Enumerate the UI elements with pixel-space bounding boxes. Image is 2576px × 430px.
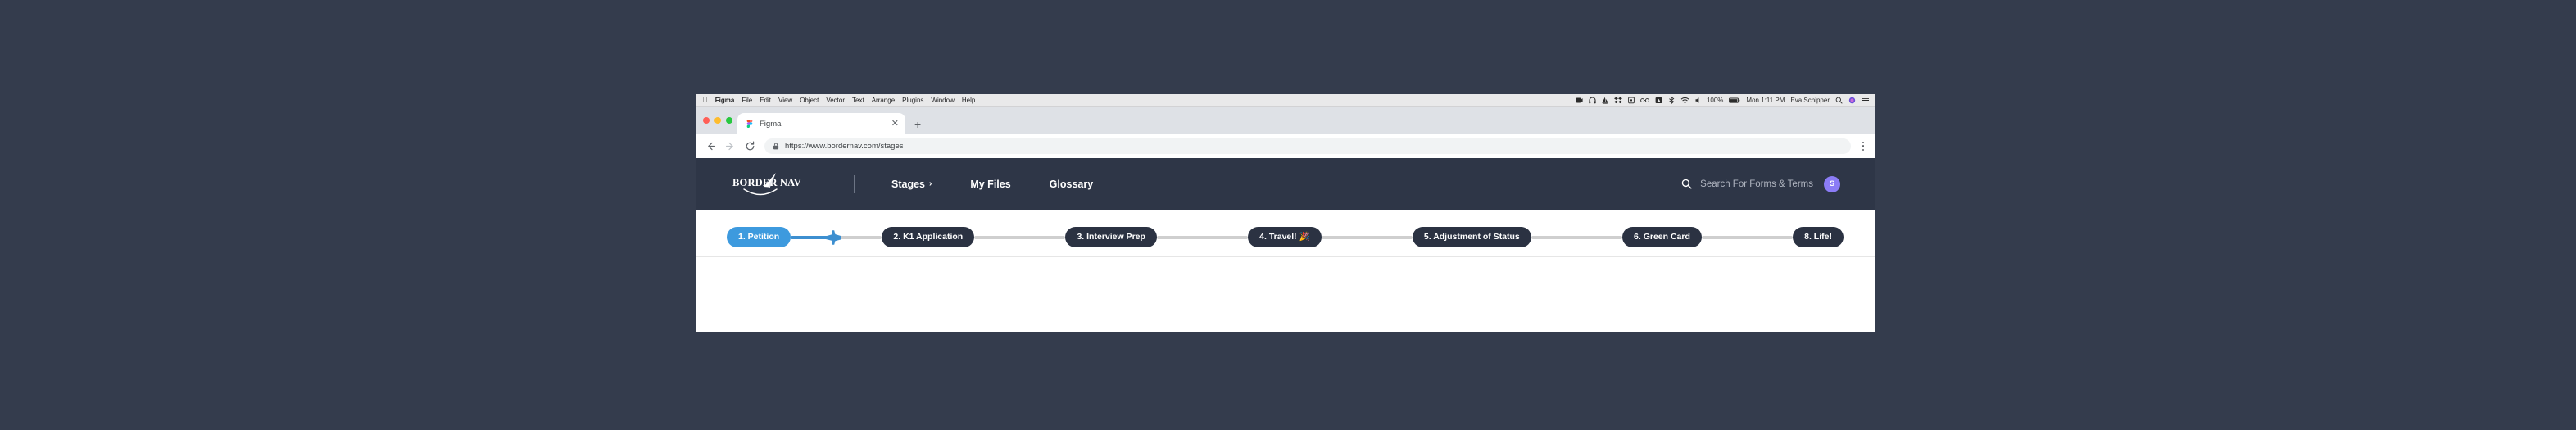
- stage-pill-6[interactable]: 6. Green Card: [1622, 226, 1702, 248]
- reload-button[interactable]: [745, 141, 755, 152]
- menu-item-plugins[interactable]: Plugins: [902, 97, 923, 104]
- screen-recording-icon[interactable]: [1576, 97, 1583, 104]
- airplane-icon: [819, 229, 841, 245]
- window-traffic-lights: [703, 117, 732, 124]
- nav-divider: [854, 174, 855, 193]
- menu-bar-user[interactable]: Eva Schipper: [1790, 97, 1830, 104]
- bordernav-logo[interactable]: BORDER NAV: [732, 170, 801, 198]
- zoom-button[interactable]: [726, 117, 732, 124]
- browser-tab-figma[interactable]: Figma ✕: [737, 113, 905, 134]
- menu-item-vector[interactable]: Vector: [826, 97, 845, 104]
- back-button[interactable]: [705, 141, 716, 152]
- minimize-button[interactable]: [714, 117, 721, 124]
- sailboat-icon[interactable]: [1602, 97, 1608, 104]
- site-search[interactable]: Search For Forms & Terms: [1681, 179, 1813, 189]
- browser-tab-strip: Figma ✕ +: [696, 107, 1875, 134]
- browser-window:  Figma File Edit View Object Vector Tex…: [696, 94, 1875, 332]
- menu-item-object[interactable]: Object: [800, 97, 819, 104]
- bluetooth-icon[interactable]: [1668, 97, 1675, 104]
- address-bar-url: https://www.bordernav.com/stages: [785, 142, 904, 151]
- figma-icon: [746, 120, 754, 128]
- spotlight-search-icon[interactable]: [1835, 97, 1843, 104]
- site-header: BORDER NAV Stages › My Files Glossary Se…: [696, 158, 1875, 210]
- nav-item-glossary-label: Glossary: [1049, 178, 1094, 190]
- site-header-right: Search For Forms & Terms S: [1681, 175, 1840, 192]
- stages-band: 1. Petition 2. K1 Application 3. Intervi…: [696, 210, 1875, 265]
- stage-pill-4[interactable]: 4. Travel! 🎉: [1248, 226, 1322, 248]
- browser-toolbar: https://www.bordernav.com/stages: [696, 134, 1875, 158]
- control-center-icon[interactable]: [1862, 97, 1870, 104]
- avatar[interactable]: S: [1824, 175, 1840, 192]
- browser-tab-title: Figma: [760, 119, 782, 129]
- forward-button[interactable]: [725, 141, 736, 152]
- battery-percent-label: 100%: [1706, 97, 1724, 104]
- stage-pill-1[interactable]: 1. Petition: [727, 226, 791, 248]
- menu-item-edit[interactable]: Edit: [760, 97, 771, 104]
- nav-item-my-files[interactable]: My Files: [970, 179, 1010, 190]
- stage-pill-2[interactable]: 2. K1 Application: [882, 226, 975, 248]
- menu-item-window[interactable]: Window: [931, 97, 954, 104]
- glasses-icon[interactable]: [1640, 97, 1649, 104]
- site-page: BORDER NAV Stages › My Files Glossary Se…: [696, 158, 1875, 265]
- lock-icon: [773, 143, 779, 150]
- stage-connector-4-5: [1321, 235, 1413, 239]
- menu-item-figma[interactable]: Figma: [715, 97, 735, 104]
- menu-bar-clock[interactable]: Mon 1:11 PM: [1746, 97, 1785, 104]
- close-button[interactable]: [703, 117, 710, 124]
- warning-triangle-icon[interactable]: [1655, 97, 1662, 104]
- menu-item-view[interactable]: View: [778, 97, 792, 104]
- stage-pill-8[interactable]: 8. Life!: [1793, 226, 1844, 248]
- address-bar[interactable]: https://www.bordernav.com/stages: [764, 138, 1851, 154]
- menu-item-arrange[interactable]: Arrange: [872, 97, 895, 104]
- new-tab-button[interactable]: +: [914, 119, 921, 130]
- headphones-icon[interactable]: [1589, 97, 1596, 104]
- volume-icon[interactable]: [1695, 97, 1701, 104]
- stage-connector-2-3: [974, 235, 1066, 239]
- stage-pill-3[interactable]: 3. Interview Prep: [1065, 226, 1157, 248]
- nav-item-glossary[interactable]: Glossary: [1050, 179, 1094, 190]
- site-nav-links: Stages › My Files Glossary: [891, 179, 1093, 190]
- display-icon[interactable]: [1628, 97, 1635, 104]
- desktop-background:  Figma File Edit View Object Vector Tex…: [0, 0, 2576, 430]
- menu-item-file[interactable]: File: [742, 97, 752, 104]
- stage-pill-5[interactable]: 5. Adjustment of Status: [1412, 226, 1531, 248]
- nav-item-stages-label: Stages: [891, 178, 925, 190]
- stage-connector-6-8: [1701, 235, 1794, 239]
- dropbox-icon[interactable]: [1613, 97, 1622, 104]
- nav-item-my-files-label: My Files: [970, 178, 1011, 190]
- battery-icon[interactable]: [1729, 97, 1740, 104]
- stage-connector-3-4: [1156, 235, 1249, 239]
- stages-divider: [696, 256, 1875, 257]
- chevron-right-icon: ›: [929, 179, 932, 188]
- stage-connector-plane: [791, 229, 882, 247]
- apple-icon[interactable]: : [702, 97, 708, 104]
- stage-connector-5-6: [1531, 235, 1623, 239]
- mac-menu-bar:  Figma File Edit View Object Vector Tex…: [696, 94, 1875, 107]
- siri-icon[interactable]: [1848, 97, 1856, 104]
- menu-item-help[interactable]: Help: [962, 97, 975, 104]
- kebab-menu-icon[interactable]: [1860, 141, 1866, 152]
- close-icon[interactable]: ✕: [891, 119, 899, 129]
- wifi-icon[interactable]: [1680, 97, 1689, 104]
- menu-item-text[interactable]: Text: [852, 97, 864, 104]
- search-input[interactable]: Search For Forms & Terms: [1700, 179, 1813, 189]
- search-icon[interactable]: [1681, 179, 1692, 189]
- paper-plane-icon: [743, 172, 778, 195]
- nav-item-stages[interactable]: Stages ›: [891, 179, 932, 190]
